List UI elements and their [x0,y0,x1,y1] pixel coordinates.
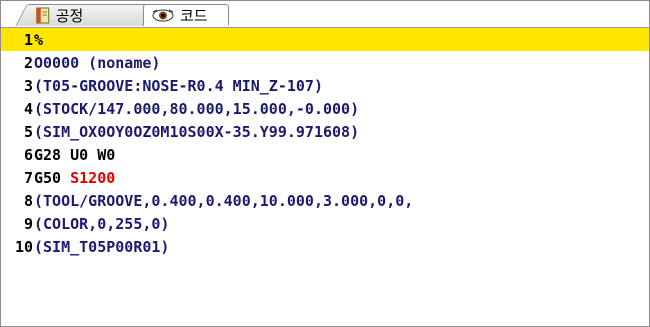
code-line[interactable]: 9 (COLOR,0,255,0) [1,212,649,235]
tab-bar: 공정 코드 [1,1,649,28]
line-number: 1 [23,30,33,49]
line-number: 4 [23,99,33,118]
code-text: (SIM_OX0OY0OZ0M10S00X-35.Y99.971608) [33,123,359,141]
code-text: (TOOL/GROOVE,0.400,0.400,10.000,3.000,0,… [33,192,413,210]
code-line[interactable]: 5 (SIM_OX0OY0OZ0M10S00X-35.Y99.971608) [1,120,649,143]
code-token: G28 U0 W0 [34,145,116,164]
code-text: G28 U0 W0 [33,146,115,164]
code-token: S1200 [70,168,116,187]
code-text: (SIM_T05P00R01) [33,238,169,256]
code-line[interactable]: 8 (TOOL/GROOVE,0.400,0.400,10.000,3.000,0… [1,189,649,212]
line-number: 7 [23,168,33,187]
code-token: (TOOL/GROOVE,0.400,0.400,10.000,3.000,0,… [34,191,414,210]
code-token: (T05-GROOVE:NOSE-R0.4 MIN_Z-107) [34,76,323,95]
code-token: G50 [34,168,71,187]
code-line[interactable]: 10 (SIM_T05P00R01) [1,235,649,258]
code-token: (SIM_OX0OY0OZ0M10S00X-35.Y99.971608) [34,122,360,141]
code-token: O0000 (noname) [34,53,161,72]
code-token: % [34,30,44,49]
line-number: 10 [14,237,33,256]
code-text: (COLOR,0,255,0) [33,215,169,233]
code-editor-window: 공정 코드 1% 2 O0000 (noname) 3 (T05-GROOVE:NOSE… [0,0,650,327]
code-token: (STOCK/147.000,80.000,15.000,-0.000) [34,99,360,118]
code-text: O0000 (noname) [33,54,160,72]
code-editor[interactable]: 1% 2 O0000 (noname) 3 (T05-GROOVE:NOSE-R0.4 … [1,28,649,326]
tab-code[interactable]: 코드 [143,4,229,26]
line-number: 6 [23,145,33,164]
code-line[interactable]: 3 (T05-GROOVE:NOSE-R0.4 MIN_Z-107) [1,74,649,97]
code-line[interactable]: 6 G28 U0 W0 [1,143,649,166]
code-token: (COLOR,0,255,0) [34,214,170,233]
code-line[interactable]: 1% [1,28,649,51]
code-line[interactable]: 7 G50 S1200 [1,166,649,189]
code-text: (STOCK/147.000,80.000,15.000,-0.000) [33,100,359,118]
code-token: (SIM_T05P00R01) [34,237,170,256]
tab-process[interactable]: 공정 [15,4,155,26]
line-number: 8 [23,191,33,210]
tab-code-label: 코드 [180,6,208,25]
code-text: G50 S1200 [33,169,115,187]
code-text: (T05-GROOVE:NOSE-R0.4 MIN_Z-107) [33,77,323,95]
line-number: 9 [23,214,33,233]
line-number: 2 [23,53,33,72]
line-number: 5 [23,122,33,141]
code-line[interactable]: 2 O0000 (noname) [1,51,649,74]
code-line[interactable]: 4 (STOCK/147.000,80.000,15.000,-0.000) [1,97,649,120]
book-icon [36,7,50,24]
code-text: % [33,31,43,49]
line-number: 3 [23,76,33,95]
tab-process-label: 공정 [55,7,84,25]
eye-icon [152,9,174,21]
